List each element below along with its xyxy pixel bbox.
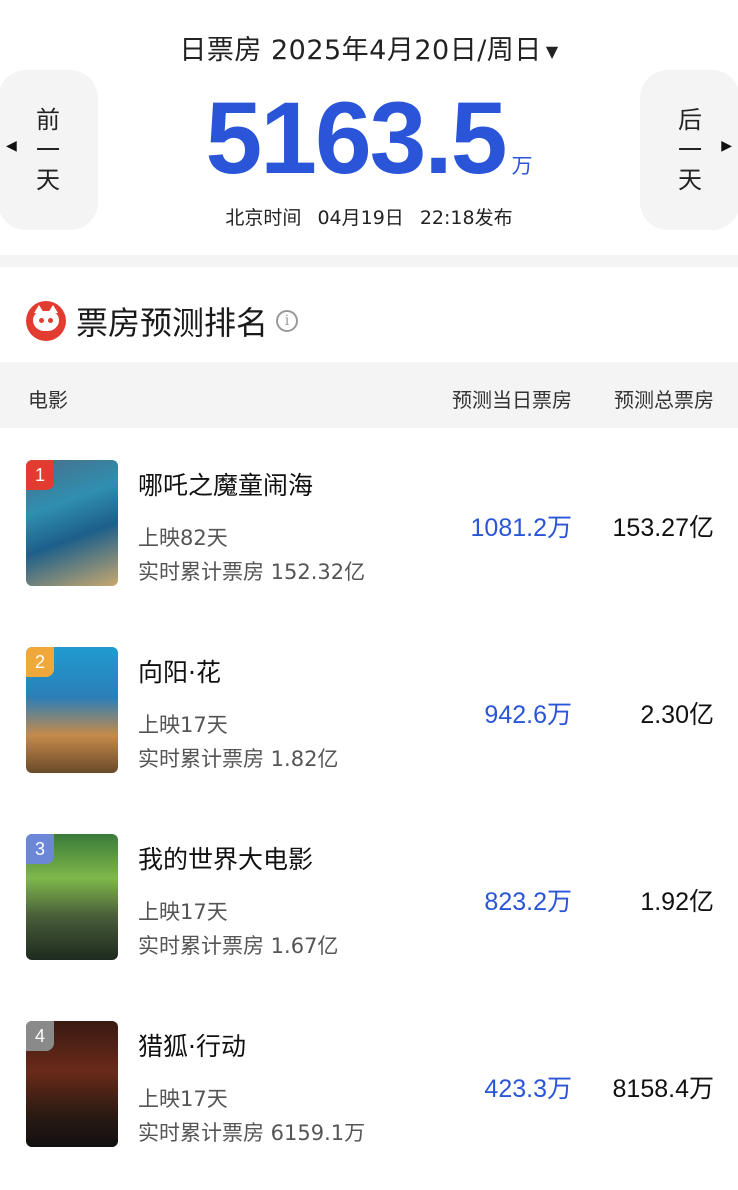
days-in-release: 上映17天 <box>138 900 228 924</box>
predicted-total-value: 8158.4万 <box>612 1074 714 1103</box>
predicted-day-value: 823.2万 <box>484 887 572 916</box>
rank-badge: 1 <box>26 460 54 490</box>
publish-clock: 22:18发布 <box>419 207 513 229</box>
predicted-total-value: 2.30亿 <box>640 700 714 729</box>
rank-badge: 2 <box>26 647 54 677</box>
movie-poster: 4 <box>26 1021 118 1147</box>
cumulative-box-office: 实时累计票房 152.32亿 <box>138 560 366 584</box>
date-selector[interactable]: 日票房 2025年4月20日/周日 ▼ <box>0 28 738 67</box>
predicted-day-value: 423.3万 <box>484 1074 572 1103</box>
movie-row[interactable]: 3 我的世界大电影 上映17天 实时累计票房 1.67亿 823.2万 1.92… <box>0 834 738 974</box>
col-predicted-total: 预测总票房 <box>614 388 714 412</box>
publish-time: 北京时间 04月19日 22:18发布 <box>0 203 738 230</box>
movie-poster: 1 <box>26 460 118 586</box>
cat-logo-icon <box>26 301 66 341</box>
info-icon[interactable]: i <box>276 310 299 332</box>
movie-title: 向阳·花 <box>138 658 221 687</box>
movie-row[interactable]: 2 向阳·花 上映17天 实时累计票房 1.82亿 942.6万 2.30亿 <box>0 647 738 787</box>
rank-badge: 4 <box>26 1021 54 1051</box>
movie-poster: 3 <box>26 834 118 960</box>
cumulative-box-office: 实时累计票房 1.82亿 <box>138 747 339 771</box>
cumulative-box-office: 实时累计票房 1.67亿 <box>138 934 339 958</box>
days-in-release: 上映17天 <box>138 1087 228 1111</box>
section-divider <box>0 255 738 267</box>
publish-prefix: 北京时间 <box>225 207 302 229</box>
col-predicted-day: 预测当日票房 <box>452 388 572 412</box>
table-header: 电影 预测当日票房 预测总票房 <box>0 362 738 428</box>
movie-title: 猎狐·行动 <box>138 1032 246 1061</box>
movie-row[interactable]: 4 猎狐·行动 上映17天 实时累计票房 6159.1万 423.3万 8158… <box>0 1021 738 1161</box>
movie-poster: 2 <box>26 647 118 773</box>
movie-row[interactable]: 1 哪吒之魔童闹海 上映82天 实时累计票房 152.32亿 1081.2万 1… <box>0 460 738 600</box>
days-in-release: 上映17天 <box>138 713 228 737</box>
date-label: 日票房 2025年4月20日/周日 <box>179 35 542 66</box>
publish-date: 04月19日 <box>317 207 404 229</box>
movie-title: 我的世界大电影 <box>138 845 314 874</box>
predicted-total-value: 153.27亿 <box>612 513 714 542</box>
box-office-unit: 万 <box>511 155 533 178</box>
box-office-value: 5163.5 <box>205 81 508 195</box>
predicted-day-value: 942.6万 <box>484 700 572 729</box>
days-in-release: 上映82天 <box>138 526 228 550</box>
predicted-total-value: 1.92亿 <box>640 887 714 916</box>
col-movie: 电影 <box>28 388 68 412</box>
predicted-day-value: 1081.2万 <box>470 513 572 542</box>
rank-badge: 3 <box>26 834 54 864</box>
daily-box-office: 5163.5 万 <box>0 80 738 197</box>
movie-title: 哪吒之魔童闹海 <box>138 471 314 500</box>
section-header: 票房预测排名 i <box>26 296 299 346</box>
caret-down-icon: ▼ <box>545 42 559 61</box>
section-title: 票房预测排名 <box>76 304 269 342</box>
cumulative-box-office: 实时累计票房 6159.1万 <box>138 1121 366 1145</box>
